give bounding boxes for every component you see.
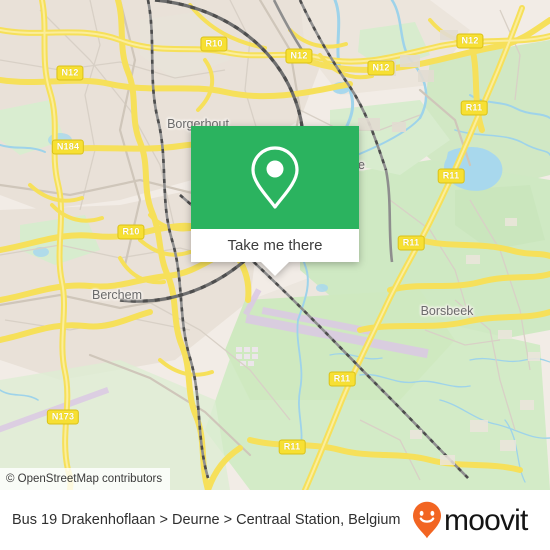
moovit-wordmark: moovit bbox=[444, 504, 528, 537]
callout-action-label: Take me there bbox=[227, 237, 323, 254]
road-shield: N184 bbox=[51, 139, 85, 155]
road-shield: R11 bbox=[397, 235, 425, 251]
moovit-map-share-card: R10 N12 N12 N12 N12 R11 N184 R11 R10 R11 R11 N173 R1… bbox=[0, 0, 550, 550]
moovit-brand[interactable]: moovit bbox=[412, 501, 528, 539]
road-shield: N12 bbox=[367, 60, 395, 76]
road-shield: N173 bbox=[46, 409, 80, 425]
callout-pointer bbox=[260, 261, 290, 276]
footer-bar: Bus 19 Drakenhoflaan > Deurne > Centraal… bbox=[0, 490, 550, 550]
road-shield: R11 bbox=[460, 100, 488, 116]
take-me-there-callout[interactable]: Take me there bbox=[191, 126, 359, 276]
road-shield: N12 bbox=[285, 48, 313, 64]
moovit-smiley-pin-icon bbox=[413, 501, 441, 539]
place-label: Borsbeek bbox=[420, 304, 474, 318]
road-shield: N12 bbox=[456, 33, 484, 49]
attribution-text: © OpenStreetMap contributors bbox=[6, 473, 163, 485]
map-viewport[interactable]: R10 N12 N12 N12 N12 R11 N184 R11 R10 R11 R11 N173 R1… bbox=[0, 0, 550, 490]
road-shield: N12 bbox=[56, 65, 84, 81]
road-shield: R11 bbox=[437, 168, 465, 184]
map-pin-icon bbox=[251, 145, 299, 209]
road-shield: R10 bbox=[117, 224, 145, 240]
route-title: Bus 19 Drakenhoflaan > Deurne > Centraal… bbox=[12, 512, 401, 528]
road-shield: R10 bbox=[200, 36, 228, 52]
place-label: Berchem bbox=[91, 288, 143, 302]
road-shield: R11 bbox=[278, 439, 306, 455]
map-attribution[interactable]: © OpenStreetMap contributors bbox=[0, 468, 171, 490]
callout-icon-panel bbox=[191, 126, 359, 229]
callout-action-bar[interactable]: Take me there bbox=[191, 229, 359, 262]
road-shield: R11 bbox=[328, 371, 356, 387]
